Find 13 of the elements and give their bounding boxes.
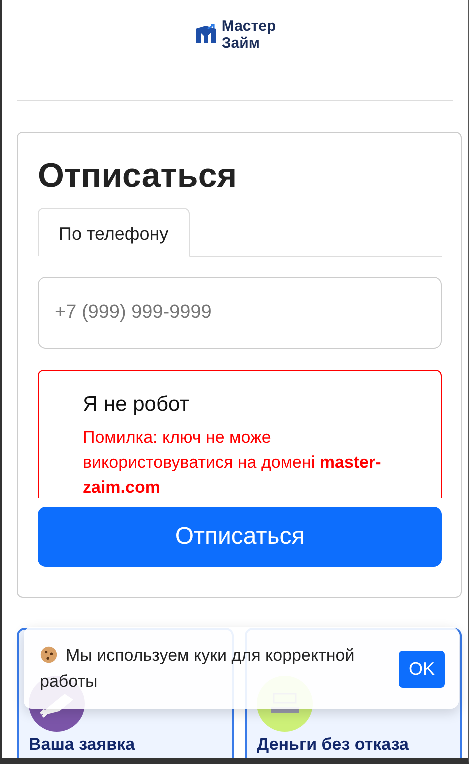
- logo-text: Займ: [222, 35, 261, 52]
- captcha-title: Я не робот: [83, 393, 190, 417]
- logo-text: Мастер: [222, 18, 276, 35]
- tab[interactable]: По телефону: [38, 208, 190, 257]
- ok-button[interactable]: OK: [398, 651, 445, 688]
- form-title: Отписаться: [38, 157, 238, 196]
- offer-title: Ваша заявка: [29, 735, 136, 755]
- cookie-icon: [40, 646, 58, 664]
- captcha-error: Помилка: ключ не може використовуватися на домені master-zaim.com: [83, 427, 382, 499]
- cookie-text: Мы используем куки для корректной работы: [40, 645, 356, 693]
- phone-field[interactable]: +7 (999) 999-9999: [38, 277, 442, 349]
- offer-title: Деньги без отказа: [257, 735, 410, 755]
- unsubscribe-button[interactable]: Отписаться: [38, 507, 442, 567]
